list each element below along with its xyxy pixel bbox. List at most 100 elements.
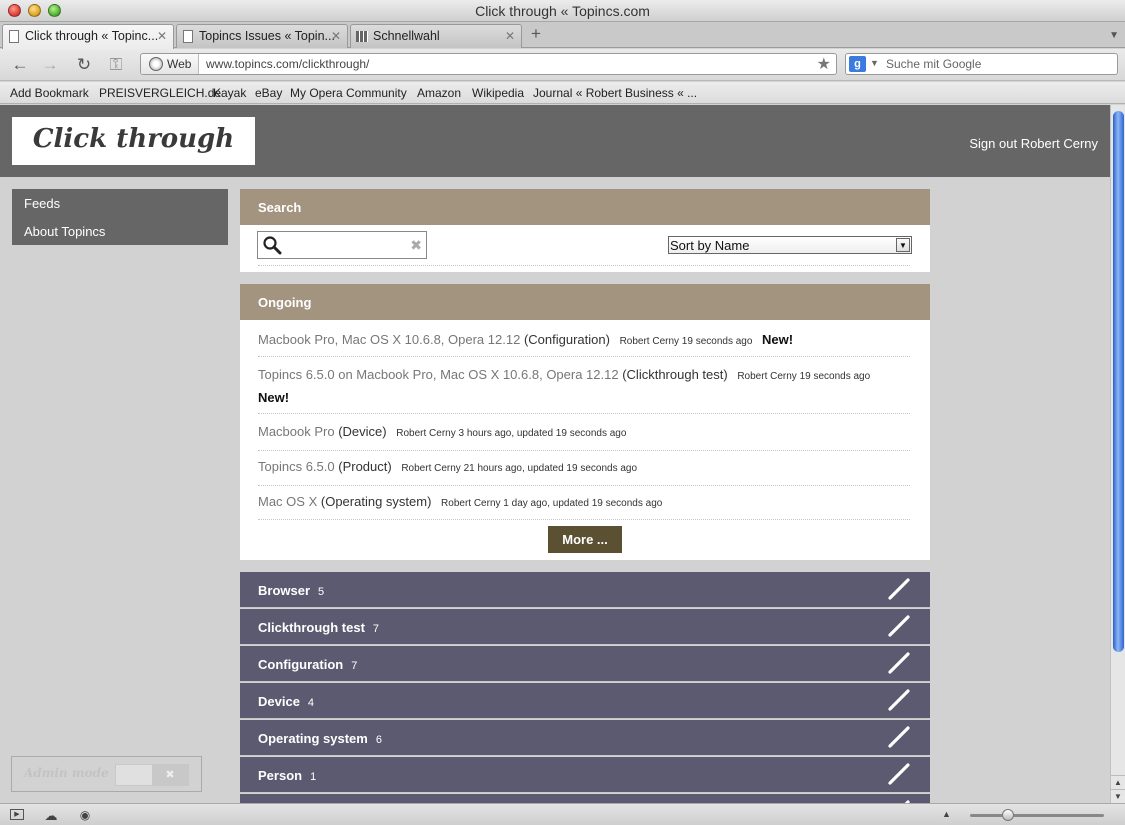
bookmark-add[interactable]: Add Bookmark — [10, 86, 89, 100]
category-label: Browser 5 — [258, 583, 324, 598]
web-search-box[interactable]: g ▼ Suche mit Google — [845, 53, 1118, 75]
scroll-down-arrow-icon[interactable]: ▼ — [1111, 789, 1125, 802]
bookmark-ebay[interactable]: eBay — [255, 86, 282, 100]
globe-icon — [149, 57, 163, 71]
zoom-up-arrow-icon[interactable]: ▲ — [942, 809, 951, 819]
site-info-button[interactable]: Web — [141, 54, 199, 74]
key-icon[interactable]: ⚿ — [106, 55, 126, 75]
category-label: Operating system 6 — [258, 731, 382, 746]
pencil-icon[interactable] — [887, 725, 911, 749]
category-count: 7 — [372, 623, 380, 635]
cloud-icon[interactable]: ☁ — [44, 808, 58, 823]
pencil-icon[interactable] — [887, 762, 911, 786]
site-logo[interactable]: Click through — [12, 117, 255, 165]
dropdown-arrow-icon[interactable]: ▼ — [896, 238, 910, 252]
divider — [258, 519, 910, 520]
item-title-link[interactable]: Macbook Pro, Mac OS X 10.6.8, Opera 12.1… — [258, 332, 520, 347]
speed-icon[interactable]: ◉ — [78, 808, 92, 822]
category-row-browser[interactable]: Browser 5 — [240, 572, 930, 608]
address-bar[interactable]: Web www.topincs.com/clickthrough/ ★ — [140, 53, 837, 75]
tab-schnellwahl[interactable]: Schnellwahl ✕ — [350, 24, 522, 48]
list-item: Macbook Pro, Mac OS X 10.6.8, Opera 12.1… — [258, 329, 910, 353]
panel-toggle-icon[interactable]: ▶ — [10, 809, 24, 820]
bookmarks-bar: Add Bookmark PREISVERGLEICH.de Kayak eBa… — [0, 82, 1125, 104]
bookmark-wikipedia[interactable]: Wikipedia — [472, 86, 524, 100]
new-tab-icon[interactable]: + — [528, 25, 544, 43]
more-button[interactable]: More ... — [548, 526, 622, 553]
magnifier-icon — [263, 236, 282, 255]
tab-close-icon[interactable]: ✕ — [157, 29, 167, 43]
category-name[interactable]: Person — [258, 768, 302, 783]
bookmark-amazon[interactable]: Amazon — [417, 86, 461, 100]
pencil-icon[interactable] — [887, 577, 911, 601]
ongoing-panel: Macbook Pro, Mac OS X 10.6.8, Opera 12.1… — [240, 320, 930, 560]
category-name[interactable]: Device — [258, 694, 300, 709]
reload-icon[interactable]: ↻ — [74, 55, 94, 75]
search-input[interactable] — [284, 235, 409, 255]
search-field[interactable]: ✖ — [257, 231, 427, 259]
category-name[interactable]: Configuration — [258, 657, 343, 672]
scroll-up-arrow-icon[interactable]: ▲ — [1111, 775, 1125, 788]
category-row-configuration[interactable]: Configuration 7 — [240, 646, 930, 682]
forward-icon[interactable]: → — [40, 55, 60, 75]
page-icon — [9, 30, 19, 43]
list-item: Topincs 6.5.0 (Product) Robert Cerny 21 … — [258, 456, 910, 480]
bookmark-my-opera[interactable]: My Opera Community — [290, 86, 407, 100]
bookmark-journal[interactable]: Journal « Robert Business « ... — [533, 86, 697, 100]
category-row-device[interactable]: Device 4 — [240, 683, 930, 719]
bookmark-preisvergleich[interactable]: PREISVERGLEICH.de — [99, 86, 221, 100]
category-name[interactable]: Clickthrough test — [258, 620, 365, 635]
nav-feeds[interactable]: Feeds — [24, 196, 60, 211]
pencil-icon[interactable] — [887, 614, 911, 638]
google-icon[interactable]: g — [849, 56, 866, 72]
scrollbar-thumb[interactable] — [1113, 111, 1124, 652]
sign-out-link[interactable]: Sign out Robert Cerny — [969, 136, 1098, 151]
category-row-clickthrough-test[interactable]: Clickthrough test 7 — [240, 609, 930, 645]
category-label: Configuration 7 — [258, 657, 357, 672]
admin-mode-toggle[interactable]: ✖ — [115, 764, 189, 786]
tab-label: Click through « Topinc... — [25, 29, 159, 43]
pencil-icon[interactable] — [887, 688, 911, 712]
sort-select[interactable]: Sort by Name ▼ — [668, 236, 912, 254]
tab-menu-icon[interactable]: ▼ — [1109, 30, 1119, 41]
category-name[interactable]: Operating system — [258, 731, 368, 746]
zoom-slider-knob[interactable] — [1002, 809, 1014, 821]
category-row-operating-system[interactable]: Operating system 6 — [240, 720, 930, 756]
nav-about-topincs[interactable]: About Topincs — [24, 224, 105, 239]
bookmark-kayak[interactable]: Kayak — [213, 86, 246, 100]
back-icon[interactable]: ← — [10, 55, 30, 75]
new-badge: New! — [258, 390, 290, 405]
tab-topincs-issues[interactable]: Topincs Issues « Topin... ✕ — [176, 24, 348, 48]
item-title-link[interactable]: Topincs 6.5.0 on Macbook Pro, Mac OS X 1… — [258, 367, 619, 382]
item-title-link[interactable]: Macbook Pro — [258, 424, 335, 439]
tab-label: Schnellwahl — [373, 29, 440, 43]
tab-click-through[interactable]: Click through « Topinc... ✕ — [2, 24, 174, 49]
divider — [258, 450, 910, 451]
tab-close-icon[interactable]: ✕ — [505, 29, 515, 43]
item-meta: Robert Cerny 21 hours ago, updated 19 se… — [401, 463, 638, 474]
pencil-icon[interactable] — [887, 651, 911, 675]
bookmark-star-icon[interactable]: ★ — [817, 54, 831, 74]
list-item: Mac OS X (Operating system) Robert Cerny… — [258, 491, 910, 515]
zoom-slider-track[interactable] — [970, 814, 1104, 817]
item-type: (Product) — [338, 459, 392, 474]
logo-text: Click through — [32, 124, 235, 154]
item-meta: Robert Cerny 1 day ago, updated 19 secon… — [441, 498, 663, 509]
divider — [258, 485, 910, 486]
item-title-link[interactable]: Mac OS X — [258, 494, 317, 509]
toggle-knob-icon[interactable]: ✖ — [152, 765, 188, 785]
item-title-link[interactable]: Topincs 6.5.0 — [258, 459, 335, 474]
tab-close-icon[interactable]: ✕ — [331, 29, 341, 43]
category-row-person[interactable]: Person 1 — [240, 757, 930, 793]
chevron-down-icon[interactable]: ▼ — [870, 58, 879, 68]
item-meta: Robert Cerny 3 hours ago, updated 19 sec… — [396, 428, 627, 439]
url-text[interactable]: www.topincs.com/clickthrough/ — [206, 57, 369, 71]
category-count: 1 — [310, 771, 317, 783]
category-name[interactable]: Browser — [258, 583, 310, 598]
page-scrollbar[interactable]: ▲ ▼ — [1110, 105, 1125, 803]
category-count: 4 — [307, 697, 315, 709]
category-row-partial[interactable] — [240, 794, 930, 803]
category-count: 5 — [318, 586, 325, 598]
clear-x-icon[interactable]: ✖ — [410, 237, 422, 254]
item-meta: Robert Cerny 19 seconds ago — [737, 371, 871, 382]
